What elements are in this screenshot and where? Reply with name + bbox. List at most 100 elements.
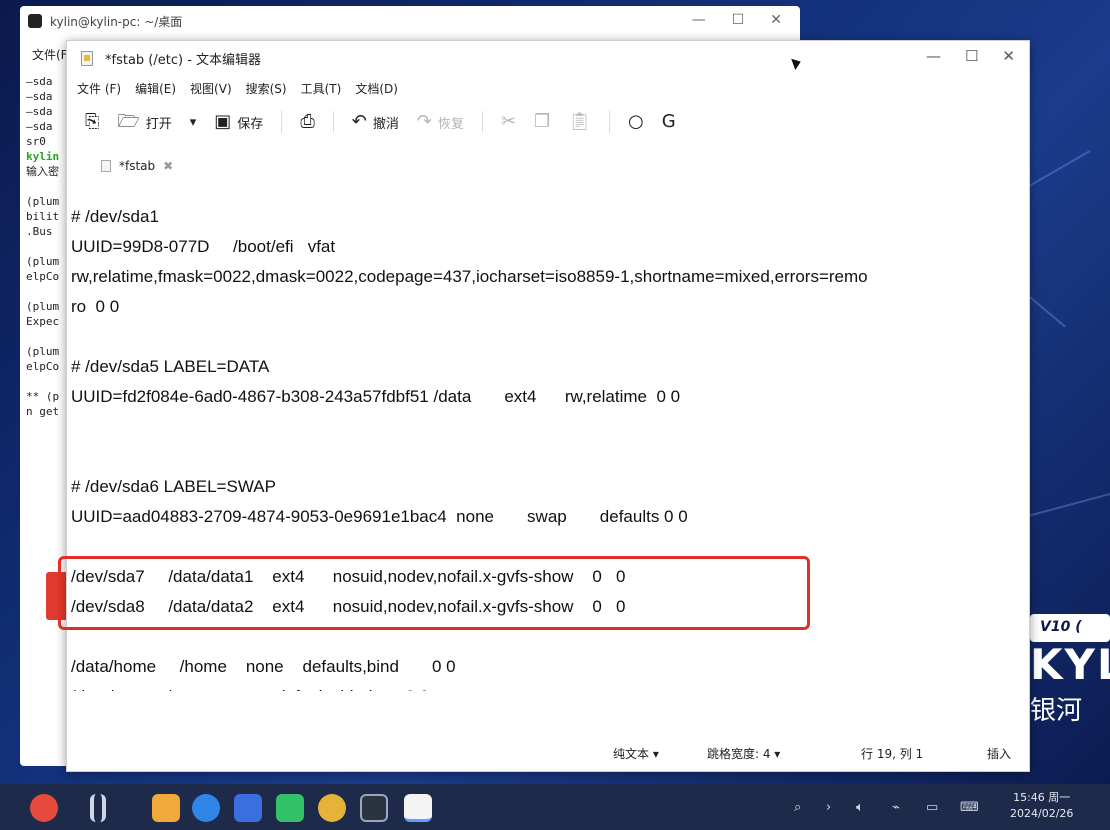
text-line: ro 0 0 (71, 297, 120, 316)
search-button[interactable]: ○ (622, 107, 650, 137)
search-icon[interactable]: ⌕ (794, 800, 801, 815)
menu-view[interactable]: 视图(V) (190, 80, 232, 97)
text-line: UUID=aad04883-2709-4874-9053-0e9691e1bac… (71, 507, 688, 526)
syntax-selector[interactable]: 纯文本 ▾ (613, 745, 659, 762)
kylin-version-badge: V10 ( (1030, 614, 1110, 642)
kylin-chinese-text: 银河 (1030, 696, 1083, 726)
terminal-titlebar: kylin@kylin-pc: ~/桌面 (20, 6, 800, 36)
printer-icon: ⎙ (300, 111, 315, 132)
editor-toolbar: ⎘ 🗁 打开 ▾ ▣ 保存 ⎙ ↶ 撤消 ↷ 恢复 ✂ ❐ 📋︎ ○ G (67, 101, 1029, 143)
terminal-window-controls: — ☐ ✕ (692, 12, 782, 28)
search-icon: ○ (628, 111, 644, 132)
paste-button[interactable]: 📋︎ (562, 107, 597, 137)
folder-open-icon: 🗁 (117, 111, 140, 132)
editor-titlebar: *fstab (/etc) - 文本编辑器 (67, 41, 1029, 75)
file-icon (101, 160, 111, 172)
text-line: UUID=fd2f084e-6ad0-4867-b308-243a57fdbf5… (71, 387, 681, 406)
print-button[interactable]: ⎙ (294, 107, 320, 137)
terminal-menu-file[interactable]: 文件(F (32, 46, 68, 63)
redo-button[interactable]: ↷ 恢复 (411, 107, 470, 137)
menu-file[interactable]: 文件 (F) (77, 80, 121, 97)
maximize-icon[interactable]: ☐ (965, 47, 978, 65)
menu-documents[interactable]: 文档(D) (355, 80, 398, 97)
maximize-icon[interactable]: ☐ (732, 12, 745, 28)
start-menu-icon[interactable] (30, 794, 58, 822)
copy-button[interactable]: ❐ (528, 107, 556, 137)
wps-writer-icon[interactable] (234, 794, 262, 822)
text-line: # /dev/sda6 LABEL=SWAP (71, 477, 276, 496)
scissors-icon: ✂ (500, 111, 517, 132)
close-icon[interactable]: ✕ (770, 12, 782, 28)
tab-width-selector[interactable]: 跳格宽度: 4 ▾ (707, 745, 780, 762)
cut-button[interactable]: ✂ (495, 107, 522, 137)
file-manager-icon[interactable] (152, 794, 180, 822)
close-tab-icon[interactable]: ✖ (163, 159, 173, 173)
keyboard-icon[interactable]: ⌨ (960, 800, 979, 815)
browser-icon[interactable] (192, 794, 220, 822)
taskbar: ⌕ › 🔈︎ ⌁ ▭ ⌨ 15:46 周一 2024/02/26 (0, 784, 1110, 830)
text-line: UUID=99D8-077D /boot/efi vfat (71, 237, 336, 256)
desktop-icon-label: WP (38, 628, 58, 642)
kylin-logo-text: KYL (1030, 640, 1110, 689)
copy-icon: ❐ (534, 111, 551, 132)
editor-window-controls: — ☐ ✕ (926, 47, 1015, 65)
paste-icon: 📋︎ (568, 111, 592, 132)
new-document-icon: ⎘ (85, 111, 100, 132)
undo-icon: ↶ (351, 111, 367, 132)
save-button[interactable]: ▣ 保存 (208, 107, 269, 137)
terminal-title: kylin@kylin-pc: ~/桌面 (50, 14, 183, 29)
editor-menubar: 文件 (F) 编辑(E) 视图(V) 搜索(S) 工具(T) 文档(D) (67, 75, 1029, 101)
clock-date: 2024/02/26 (1010, 807, 1074, 820)
new-document-button[interactable]: ⎘ (79, 107, 105, 137)
text-line: rw,relatime,fmask=0022,dmask=0022,codepa… (71, 267, 868, 286)
text-editor-app-icon (81, 50, 93, 66)
toolbar-divider (609, 111, 611, 133)
search-replace-icon: G (661, 111, 676, 132)
toolbar-divider (332, 111, 334, 133)
redo-label: 恢复 (437, 116, 464, 132)
clock-time: 15:46 周一 (1013, 791, 1071, 804)
terminal-icon (28, 14, 42, 28)
undo-label: 撤消 (372, 116, 399, 132)
tab-fstab[interactable]: *fstab ✖ (91, 159, 183, 183)
chrome-icon[interactable] (318, 794, 346, 822)
minimize-icon[interactable]: — (692, 12, 706, 28)
open-label: 打开 (145, 116, 172, 132)
text-editor-taskbar-icon[interactable] (404, 794, 432, 822)
save-icon: ▣ (214, 111, 232, 132)
toolbar-divider (481, 111, 483, 133)
volume-icon[interactable]: 🔈︎ (856, 800, 864, 815)
insert-mode[interactable]: 插入 (987, 745, 1011, 762)
menu-search[interactable]: 搜索(S) (246, 80, 287, 97)
save-label: 保存 (237, 116, 264, 132)
chevron-right-icon[interactable]: › (826, 800, 831, 815)
text-line: # /dev/sda1 (71, 207, 159, 226)
open-dropdown-button[interactable]: ▾ (184, 107, 203, 137)
minimize-icon[interactable]: — (926, 47, 941, 65)
text-line: # /dev/sda5 LABEL=DATA (71, 357, 270, 376)
highlight-box (58, 556, 810, 630)
editor-statusbar: 纯文本 ▾ 跳格宽度: 4 ▾ 行 19, 列 1 插入 (67, 735, 1031, 771)
menu-tools[interactable]: 工具(T) (301, 80, 342, 97)
text-line: /data/root /root none defaults,bind 0 0 (71, 687, 429, 691)
system-clock[interactable]: 15:46 周一 2024/02/26 (1010, 790, 1073, 822)
text-line: /data/home /home none defaults,bind 0 0 (71, 657, 456, 676)
cursor-position: 行 19, 列 1 (861, 747, 924, 761)
close-icon[interactable]: ✕ (1002, 47, 1015, 65)
multitask-view-icon[interactable] (90, 794, 106, 822)
open-button[interactable]: 🗁 打开 (111, 107, 177, 137)
terminal-taskbar-icon[interactable] (360, 794, 388, 822)
menu-edit[interactable]: 编辑(E) (135, 80, 176, 97)
redo-icon: ↷ (416, 111, 432, 132)
replace-button[interactable]: G (656, 107, 682, 137)
messages-icon[interactable] (276, 794, 304, 822)
notification-icon[interactable]: ▭ (926, 800, 938, 815)
text-editor-window[interactable]: *fstab (/etc) - 文本编辑器 — ☐ ✕ 文件 (F) 编辑(E)… (66, 40, 1030, 772)
undo-button[interactable]: ↶ 撤消 (346, 107, 405, 137)
toolbar-divider (281, 111, 283, 133)
chevron-down-icon: ▾ (189, 114, 197, 130)
network-icon[interactable]: ⌁ (892, 800, 900, 815)
editor-title: *fstab (/etc) - 文本编辑器 (105, 52, 262, 68)
document-tabbar: *fstab ✖ (67, 143, 1029, 183)
tab-label: *fstab (119, 159, 156, 173)
